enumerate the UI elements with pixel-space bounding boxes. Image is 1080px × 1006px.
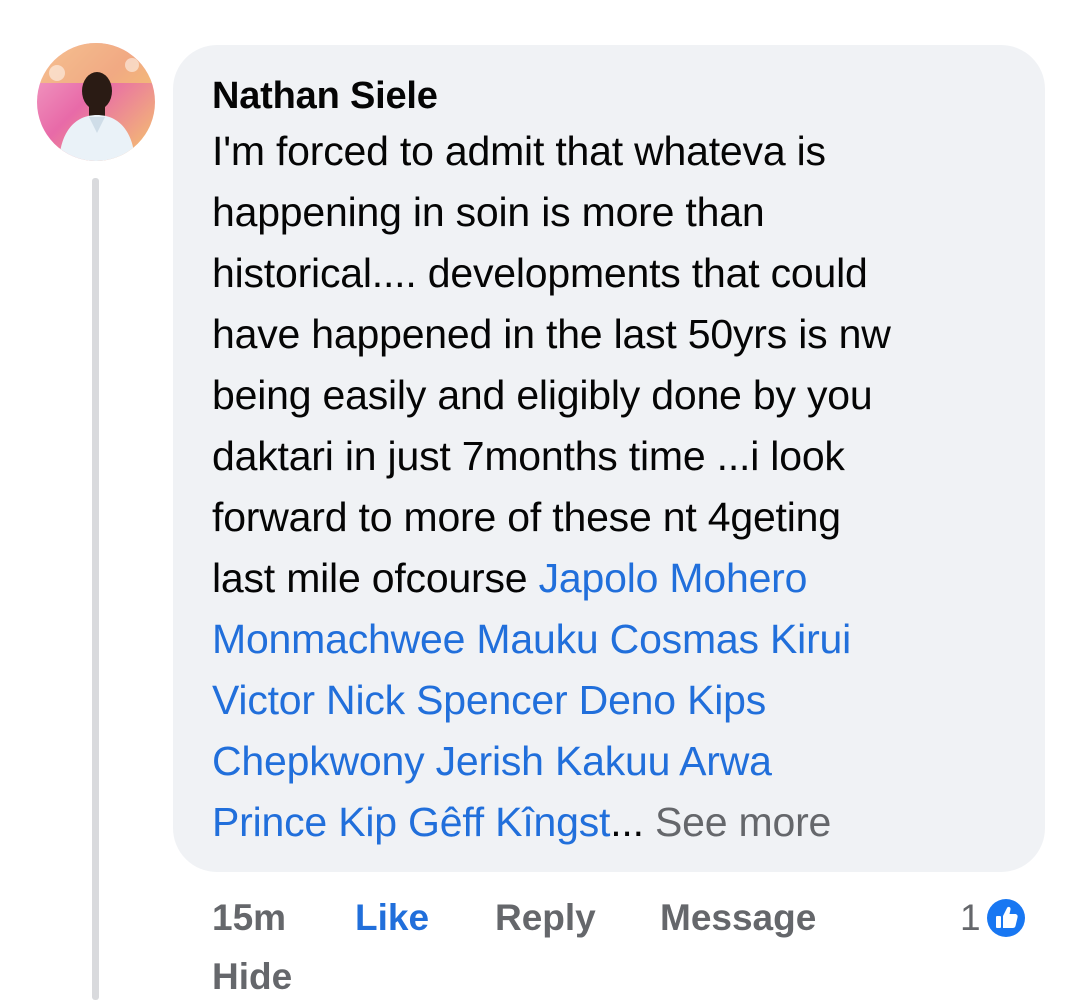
like-button[interactable]: Like xyxy=(355,888,429,948)
comment-line: have happened in the last 50yrs is nw xyxy=(212,311,891,357)
thumbs-up-icon xyxy=(983,896,1028,940)
comment-line-mixed: Prince Kip Gêff Kîngst... See more xyxy=(212,792,1015,853)
truncation-ellipsis: ... xyxy=(610,799,644,845)
message-button[interactable]: Message xyxy=(660,888,816,948)
comment-author[interactable]: Nathan Siele xyxy=(212,71,1015,121)
comment-timestamp[interactable]: 15m xyxy=(212,888,286,948)
comment-bubble: Nathan Siele I'm forced to admit that wh… xyxy=(173,45,1045,872)
thread-line xyxy=(92,178,99,1000)
mention-link[interactable]: Chepkwony Jerish Kakuu Arwa xyxy=(212,731,1015,792)
comment-line: happening in soin is more than xyxy=(212,189,765,235)
comment-line: forward to more of these nt 4geting xyxy=(212,494,841,540)
reply-button[interactable]: Reply xyxy=(495,888,596,948)
mention-link[interactable]: Japolo Mohero xyxy=(539,555,808,601)
comment-line-mixed: last mile ofcourse Japolo Mohero xyxy=(212,548,1015,609)
comment-line: daktari in just 7months time ...i look xyxy=(212,433,845,479)
comment-line: being easily and eligibly done by you xyxy=(212,372,873,418)
mention-link[interactable]: Monmachwee Mauku Cosmas Kirui xyxy=(212,609,1015,670)
see-more-link[interactable]: See more xyxy=(655,799,831,845)
comment-line: historical.... developments that could xyxy=(212,250,868,296)
comment-line: I'm forced to admit that whateva is xyxy=(212,128,826,174)
avatar[interactable] xyxy=(37,43,155,161)
comment-text: I'm forced to admit that whateva is happ… xyxy=(212,121,1015,853)
reaction-count: 1 xyxy=(960,897,981,938)
comment-text-fragment: last mile ofcourse xyxy=(212,555,539,601)
profile-photo xyxy=(37,43,155,161)
mention-link[interactable]: Prince Kip Gêff Kîngst xyxy=(212,799,610,845)
hide-button[interactable]: Hide xyxy=(212,948,292,1006)
mention-link[interactable]: Victor Nick Spencer Deno Kips xyxy=(212,670,1015,731)
reaction-summary[interactable]: 1 xyxy=(960,888,1029,948)
